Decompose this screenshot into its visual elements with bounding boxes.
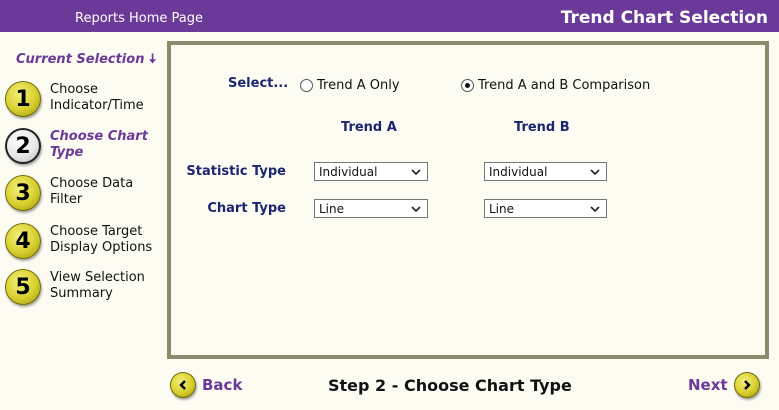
statistic-type-b-value: Individual [489, 164, 548, 179]
step-2-label-line2: Type [50, 145, 84, 160]
radio-unchecked-icon [300, 79, 313, 92]
step-1-label-line1: Choose [50, 82, 98, 97]
chevron-down-icon [590, 203, 600, 217]
chevron-down-icon [411, 203, 421, 217]
step-title: Step 2 - Choose Chart Type [328, 376, 572, 395]
step-2-number-icon: 2 [5, 128, 41, 164]
trend-a-b-comparison-label: Trend A and B Comparison [478, 78, 651, 93]
reports-home-link[interactable]: Reports Home Page [75, 11, 203, 26]
next-label: Next [688, 376, 728, 394]
chart-selection-panel: Select... Trend A Only Trend A and B Com… [167, 41, 769, 359]
step-3-number-icon: 3 [5, 175, 41, 211]
step-4-label: Choose Target Display Options [50, 224, 152, 256]
trend-a-b-comparison-radio[interactable]: Trend A and B Comparison [461, 78, 650, 93]
back-arrow-icon [170, 372, 196, 398]
trend-a-only-label: Trend A Only [317, 78, 400, 93]
step-5-selection-summary[interactable]: 5 View Selection Summary [5, 269, 165, 313]
step-3-label: Choose Data Filter [50, 176, 133, 208]
step-1-number-icon: 1 [5, 81, 41, 117]
footer-nav: Back Step 2 - Choose Chart Type Next [0, 370, 779, 400]
step-1-indicator-time[interactable]: 1 Choose Indicator/Time [5, 81, 165, 125]
chart-type-label: Chart Type [207, 201, 286, 216]
step-2-chart-type[interactable]: 2 Choose Chart Type [5, 128, 165, 172]
step-4-label-line2: Display Options [50, 240, 153, 255]
step-2-label-line1: Choose Chart [50, 129, 148, 144]
statistic-type-b-select[interactable]: Individual [484, 162, 607, 181]
chart-type-a-value: Line [319, 201, 345, 216]
current-selection-label: Current Selection [16, 52, 145, 67]
chart-type-b-value: Line [489, 201, 515, 216]
step-4-label-line1: Choose Target [50, 224, 143, 239]
trend-a-only-radio[interactable]: Trend A Only [300, 78, 400, 93]
next-button[interactable]: Next [688, 372, 760, 398]
step-3-data-filter[interactable]: 3 Choose Data Filter [5, 175, 165, 219]
chart-type-a-select[interactable]: Line [314, 199, 428, 218]
step-5-label-line2: Summary [50, 286, 113, 301]
back-label: Back [202, 376, 243, 394]
back-button[interactable]: Back [170, 372, 242, 398]
next-arrow-icon [733, 372, 760, 398]
chart-type-b-select[interactable]: Line [484, 199, 607, 218]
chevron-down-icon [411, 166, 421, 180]
page-title: Trend Chart Selection [560, 8, 768, 28]
select-label: Select... [228, 76, 289, 91]
trend-b-header: Trend B [514, 120, 570, 135]
statistic-type-a-select[interactable]: Individual [314, 162, 428, 181]
step-5-label-line1: View Selection [50, 270, 145, 285]
step-1-label: Choose Indicator/Time [50, 82, 144, 114]
chevron-down-icon [590, 166, 600, 180]
radio-checked-icon [461, 79, 474, 92]
step-5-label: View Selection Summary [50, 270, 145, 302]
step-2-label: Choose Chart Type [50, 129, 148, 161]
step-4-target-display[interactable]: 4 Choose Target Display Options [5, 223, 165, 267]
step-3-label-line1: Choose Data [50, 176, 134, 191]
statistic-type-label: Statistic Type [186, 164, 286, 179]
step-1-label-line2: Indicator/Time [50, 98, 144, 113]
statistic-type-a-value: Individual [319, 164, 378, 179]
step-3-label-line2: Filter [50, 192, 83, 207]
down-arrow-icon: 🠇 [148, 52, 157, 67]
step-4-number-icon: 4 [5, 223, 41, 259]
trend-a-header: Trend A [341, 120, 397, 135]
current-selection-heading: Current Selection 🠇 [16, 50, 156, 72]
header-bar: Reports Home Page Trend Chart Selection [0, 0, 779, 32]
step-5-number-icon: 5 [5, 269, 41, 305]
